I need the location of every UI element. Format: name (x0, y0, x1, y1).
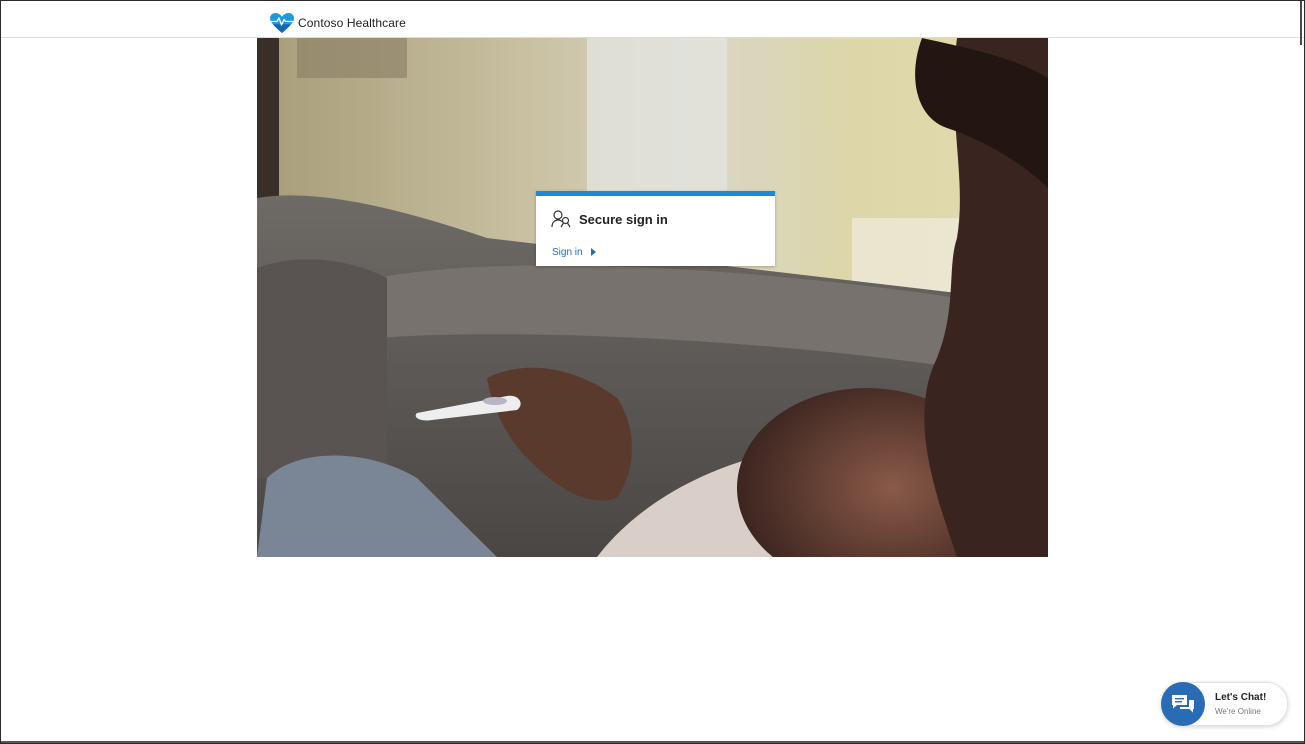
brand-name: Contoso Healthcare (298, 16, 406, 30)
sign-in-link[interactable]: Sign in (552, 247, 596, 258)
hero-image (257, 38, 1048, 557)
chat-widget-button[interactable]: Let's Chat! We're Online (1161, 682, 1288, 726)
browser-page: Contoso Healthcare Secure sign in Sign i… (0, 0, 1305, 744)
chat-title: Let's Chat! (1215, 692, 1267, 703)
sign-in-link-label: Sign in (552, 247, 583, 258)
site-header: Contoso Healthcare (1, 1, 1304, 38)
secure-sign-in-card: Secure sign in Sign in (536, 191, 775, 266)
chat-status: We're Online (1215, 707, 1261, 716)
chat-bubbles-icon (1172, 695, 1194, 713)
caret-right-icon (590, 248, 596, 256)
heart-pulse-icon (270, 13, 294, 33)
brand-logo-link[interactable]: Contoso Healthcare (269, 11, 406, 35)
secure-sign-in-people-icon (551, 210, 571, 228)
card-title-row: Secure sign in (551, 210, 668, 228)
window-edge (1300, 1, 1302, 45)
hero-photo (257, 38, 1048, 557)
window-bottom-edge (1, 741, 1304, 743)
card-title: Secure sign in (579, 211, 668, 227)
chat-bubble (1161, 682, 1205, 726)
